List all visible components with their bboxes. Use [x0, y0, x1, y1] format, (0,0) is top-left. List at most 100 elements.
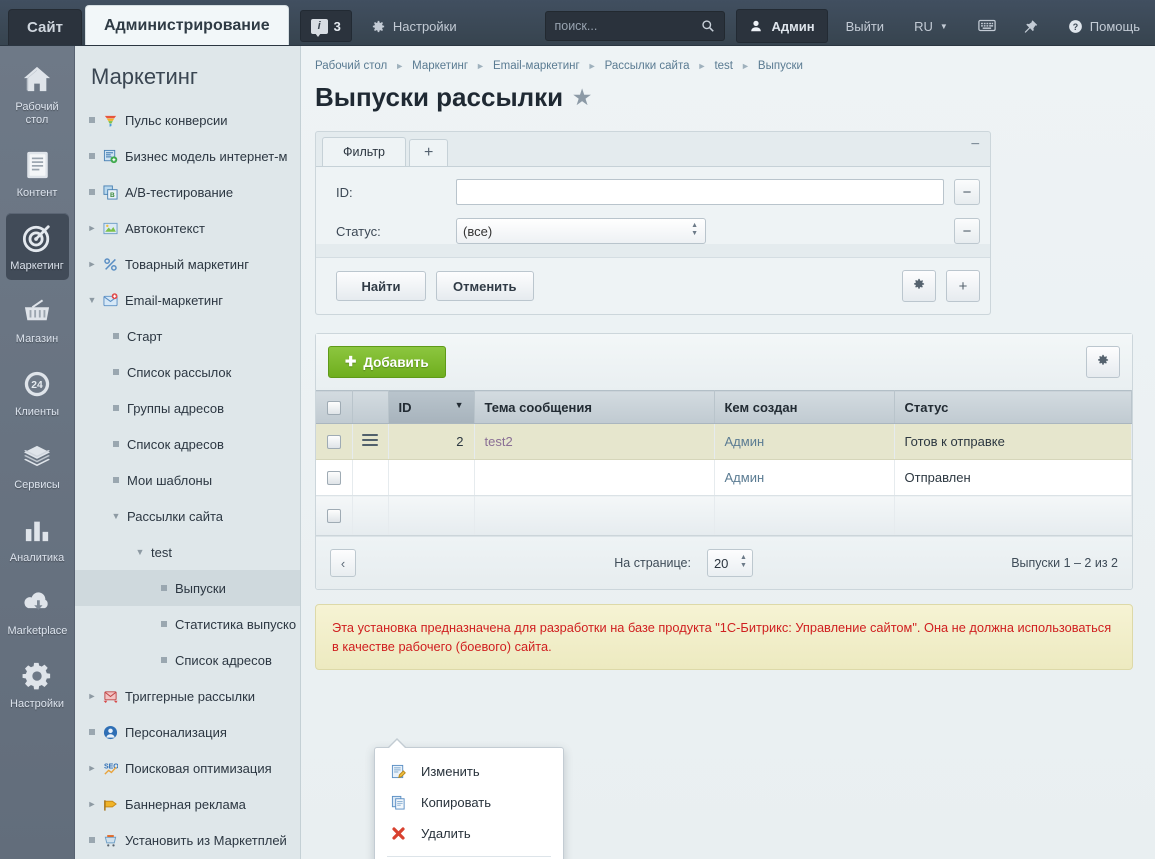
chevron-down-icon[interactable]: ▼	[85, 295, 99, 305]
breadcrumb-item-4[interactable]: test	[714, 60, 733, 72]
menu-item-пульс-конверсии[interactable]: Пульс конверсии	[75, 102, 300, 138]
settings-button[interactable]: Настройки	[359, 9, 469, 43]
menu-item-товарный-маркетинг[interactable]: ► Товарный маркетинг	[75, 246, 300, 282]
chevron-right-icon[interactable]: ►	[85, 799, 99, 809]
add-button[interactable]: ✚ Добавить	[328, 346, 446, 378]
breadcrumb-item-2[interactable]: Email-маркетинг	[493, 60, 580, 72]
filter-add-tab-button[interactable]: +	[409, 139, 449, 166]
chevron-right-icon[interactable]: ►	[85, 259, 99, 269]
menu-item-a-b-тестирование[interactable]: B A/B-тестирование	[75, 174, 300, 210]
filter-id-input[interactable]	[456, 179, 944, 205]
pin-button[interactable]	[1011, 9, 1050, 43]
menu-item-список-адресов[interactable]: Список адресов	[75, 426, 300, 462]
select-all-checkbox[interactable]	[326, 400, 341, 415]
context-menu-item-0[interactable]: Изменить	[375, 756, 563, 787]
cancel-button[interactable]: Отменить	[436, 271, 534, 301]
language-selector[interactable]: RU ▼	[902, 9, 960, 43]
breadcrumb-item-0[interactable]: Рабочий стол	[315, 60, 387, 72]
filter-status-remove-button[interactable]: −	[954, 218, 980, 244]
table-row[interactable]: 2 test2 Админ Готов к отправке	[316, 423, 1132, 460]
rail-item-8[interactable]: Настройки	[6, 651, 69, 718]
column-header-author[interactable]: Кем создан	[714, 390, 895, 424]
prev-page-button[interactable]: ‹	[330, 549, 356, 577]
menu-item-персонализация[interactable]: Персонализация	[75, 714, 300, 750]
menu-item-поисковая-оптимизация[interactable]: ► SEO Поисковая оптимизация	[75, 750, 300, 786]
logout-button[interactable]: Выйти	[834, 9, 897, 43]
bullet-icon[interactable]	[85, 153, 99, 159]
bullet-icon[interactable]	[157, 657, 171, 663]
rail-item-3[interactable]: Магазин	[6, 286, 69, 353]
search-input[interactable]: поиск...	[545, 11, 726, 41]
select-all-header[interactable]	[316, 390, 353, 424]
filter-id-remove-button[interactable]: −	[954, 179, 980, 205]
table-row[interactable]	[316, 495, 1132, 536]
menu-item-триггерные-рассылки[interactable]: ► Триггерные рассылки	[75, 678, 300, 714]
context-menu-item-2[interactable]: Удалить	[375, 818, 563, 849]
column-header-subject[interactable]: Тема сообщения	[474, 390, 715, 424]
rail-item-6[interactable]: Аналитика	[6, 505, 69, 572]
context-menu-item-1[interactable]: Копировать	[375, 787, 563, 818]
chevron-right-icon[interactable]: ►	[85, 223, 99, 233]
row-menu-icon[interactable]	[362, 431, 378, 449]
filter-add-button[interactable]: +	[946, 270, 980, 302]
menu-item-список-рассылок[interactable]: Список рассылок	[75, 354, 300, 390]
keyboard-shortcuts-button[interactable]	[966, 9, 1005, 43]
notifications-button[interactable]: i 3	[299, 10, 352, 42]
rail-item-2[interactable]: Маркетинг	[5, 213, 69, 280]
row-checkbox[interactable]	[326, 471, 341, 486]
bullet-icon[interactable]	[85, 837, 99, 843]
column-header-status[interactable]: Статус	[894, 390, 1132, 424]
breadcrumb-item-3[interactable]: Рассылки сайта	[605, 60, 690, 72]
author-link[interactable]: Админ	[725, 470, 765, 485]
bullet-icon[interactable]	[85, 189, 99, 195]
row-checkbox[interactable]	[326, 435, 341, 450]
rail-item-1[interactable]: Контент	[6, 140, 69, 207]
menu-item-автоконтекст[interactable]: ► Автоконтекст	[75, 210, 300, 246]
tab-site[interactable]: Сайт	[8, 9, 82, 45]
menu-item-баннерная-реклама[interactable]: ► Баннерная реклама	[75, 786, 300, 822]
table-row[interactable]: Админ Отправлен	[316, 459, 1132, 496]
menu-item-рассылки-сайта[interactable]: ▼ Рассылки сайта	[75, 498, 300, 534]
row-actions-cell[interactable]	[352, 495, 389, 536]
bullet-icon[interactable]	[109, 477, 123, 483]
author-link[interactable]: Админ	[725, 434, 765, 449]
row-select-cell[interactable]	[316, 495, 353, 536]
filter-settings-button[interactable]	[902, 270, 936, 302]
bullet-icon[interactable]	[85, 729, 99, 735]
subject-link[interactable]: test2	[485, 434, 513, 449]
row-select-cell[interactable]	[316, 459, 353, 496]
bullet-icon[interactable]	[109, 333, 123, 339]
menu-item-статистика-выпуско[interactable]: Статистика выпуско	[75, 606, 300, 642]
rail-item-5[interactable]: Сервисы	[6, 432, 69, 499]
filter-tab-default[interactable]: Фильтр	[322, 137, 406, 166]
rail-item-4[interactable]: 24 Клиенты	[6, 359, 69, 426]
per-page-select[interactable]: 20 ▲ ▼	[706, 549, 753, 577]
menu-item-мои-шаблоны[interactable]: Мои шаблоны	[75, 462, 300, 498]
help-button[interactable]: ? Помощь	[1056, 9, 1152, 43]
row-select-cell[interactable]	[316, 423, 353, 460]
menu-item-бизнес-модель-интернет-м[interactable]: Бизнес модель интернет-м	[75, 138, 300, 174]
bullet-icon[interactable]	[157, 621, 171, 627]
bullet-icon[interactable]	[109, 369, 123, 375]
bullet-icon[interactable]	[85, 117, 99, 123]
breadcrumb-item-1[interactable]: Маркетинг	[412, 60, 468, 72]
filter-status-select[interactable]: (все) ▲ ▼	[456, 218, 706, 244]
rail-item-7[interactable]: Marketplace	[6, 578, 69, 645]
grid-settings-button[interactable]	[1086, 346, 1120, 378]
column-header-id[interactable]: ID ▼	[388, 390, 475, 424]
chevron-right-icon[interactable]: ►	[85, 691, 99, 701]
filter-collapse-button[interactable]: −	[971, 137, 980, 153]
chevron-down-icon[interactable]: ▼	[109, 511, 123, 521]
bullet-icon[interactable]	[109, 405, 123, 411]
menu-item-email-маркетинг[interactable]: ▼ Email-маркетинг	[75, 282, 300, 318]
tab-administration[interactable]: Администрирование	[84, 5, 289, 45]
menu-item-установить-из-маркетплей[interactable]: Установить из Маркетплей	[75, 822, 300, 858]
favorite-star-icon[interactable]: ★	[573, 85, 591, 110]
row-actions-cell[interactable]	[352, 423, 389, 460]
menu-item-выпуски[interactable]: Выпуски	[75, 570, 300, 606]
find-button[interactable]: Найти	[336, 271, 426, 301]
bullet-icon[interactable]	[109, 441, 123, 447]
user-menu-button[interactable]: Админ	[736, 9, 828, 43]
chevron-right-icon[interactable]: ►	[85, 763, 99, 773]
row-checkbox[interactable]	[326, 509, 341, 524]
